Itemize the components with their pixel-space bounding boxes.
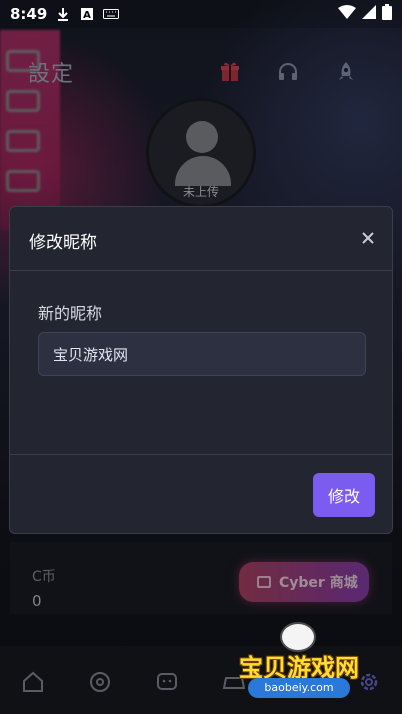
dialog-title: 修改昵称 [29, 233, 97, 253]
nickname-input[interactable] [38, 332, 366, 376]
edit-nickname-dialog: 修改昵称 新的昵称 修改 [9, 206, 393, 534]
signal-icon [362, 5, 376, 23]
dialog-footer-divider [10, 454, 392, 455]
battery-icon [382, 4, 392, 24]
font-a-icon: A [79, 6, 95, 22]
watermark-url: baobeiy.com [248, 678, 350, 698]
svg-text:A: A [83, 10, 91, 20]
wifi-icon [338, 5, 356, 23]
submit-button[interactable]: 修改 [313, 473, 375, 517]
status-bar: 8:49 A [0, 0, 402, 28]
close-icon[interactable] [360, 230, 376, 246]
site-watermark: 宝贝游戏网 baobeiy.com [226, 622, 372, 708]
download-icon [55, 6, 71, 22]
keyboard-icon [103, 6, 120, 22]
status-time: 8:49 [10, 5, 48, 23]
dialog-divider [10, 270, 392, 271]
nickname-field-label: 新的昵称 [38, 304, 103, 323]
